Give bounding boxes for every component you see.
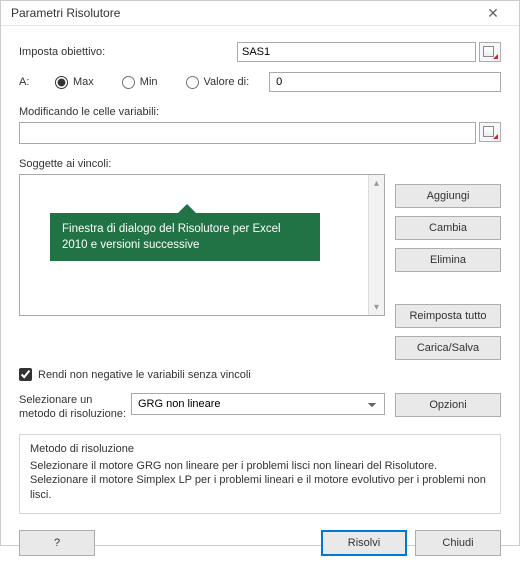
nonnegative-checkbox-row[interactable]: Rendi non negative le variabili senza vi… [19, 368, 501, 381]
add-button[interactable]: Aggiungi [395, 184, 501, 208]
close-icon[interactable]: ✕ [473, 1, 513, 25]
variables-input[interactable] [19, 122, 476, 144]
constraints-label: Soggette ai vincoli: [19, 158, 385, 170]
objective-input[interactable] [237, 42, 476, 62]
variables-row [19, 122, 501, 144]
radio-min-input[interactable] [122, 76, 135, 89]
to-label: A: [19, 76, 55, 88]
footer: ? Risolvi Chiudi [19, 530, 501, 556]
solve-button[interactable]: Risolvi [321, 530, 407, 556]
value-of-input[interactable] [269, 72, 501, 92]
radio-value-of[interactable]: Valore di: [186, 76, 250, 89]
spacer [395, 280, 501, 296]
objective-range-picker-button[interactable] [479, 42, 501, 62]
method-group-body: Selezionare il motore GRG non lineare pe… [30, 459, 490, 504]
radio-max[interactable]: Max [55, 76, 94, 89]
objective-row: Imposta obiettivo: [19, 42, 501, 62]
radio-max-label: Max [73, 76, 94, 88]
callout-tooltip: Finestra di dialogo del Risolutore per E… [50, 213, 320, 261]
help-button[interactable]: ? [19, 530, 95, 556]
callout-text: Finestra di dialogo del Risolutore per E… [62, 223, 281, 251]
radio-value-of-input[interactable] [186, 76, 199, 89]
method-select[interactable]: GRG non lineare [131, 393, 385, 415]
scrollbar[interactable]: ▴ ▾ [368, 175, 384, 315]
method-groupbox: Metodo di risoluzione Selezionare il mot… [19, 434, 501, 515]
scroll-up-icon[interactable]: ▴ [374, 175, 379, 191]
method-label: Selezionare un metodo di risoluzione: [19, 393, 131, 422]
dialog-body: Imposta obiettivo: A: Max Min Valore di:… [1, 26, 519, 570]
radio-min[interactable]: Min [122, 76, 158, 89]
range-picker-icon [483, 126, 497, 138]
to-row: A: Max Min Valore di: [19, 72, 501, 92]
radio-value-of-label: Valore di: [204, 76, 250, 88]
range-picker-icon [483, 46, 497, 58]
variables-label: Modificando le celle variabili: [19, 106, 501, 118]
spacer [95, 530, 313, 556]
variables-range-picker-button[interactable] [479, 122, 501, 142]
reset-all-button[interactable]: Reimposta tutto [395, 304, 501, 328]
load-save-button[interactable]: Carica/Salva [395, 336, 501, 360]
titlebar: Parametri Risolutore ✕ [1, 1, 519, 26]
delete-button[interactable]: Elimina [395, 248, 501, 272]
method-row: Selezionare un metodo di risoluzione: GR… [19, 393, 501, 422]
scroll-down-icon[interactable]: ▾ [374, 299, 379, 315]
solver-parameters-dialog: Parametri Risolutore ✕ Imposta obiettivo… [0, 0, 520, 546]
close-button[interactable]: Chiudi [415, 530, 501, 556]
constraints-left: Soggette ai vincoli: ▴ ▾ Finestra di dia… [19, 158, 385, 360]
constraints-listbox[interactable]: ▴ ▾ Finestra di dialogo del Risolutore p… [19, 174, 385, 316]
change-button[interactable]: Cambia [395, 216, 501, 240]
spacer [395, 158, 501, 176]
constraints-buttons: Aggiungi Cambia Elimina Reimposta tutto … [395, 158, 501, 360]
constraints-section: Soggette ai vincoli: ▴ ▾ Finestra di dia… [19, 158, 501, 360]
options-button[interactable]: Opzioni [395, 393, 501, 417]
objective-label: Imposta obiettivo: [19, 46, 237, 58]
dialog-title: Parametri Risolutore [11, 6, 120, 20]
radio-min-label: Min [140, 76, 158, 88]
nonnegative-checkbox[interactable] [19, 368, 32, 381]
radio-max-input[interactable] [55, 76, 68, 89]
method-group-title: Metodo di risoluzione [30, 443, 490, 455]
nonnegative-label: Rendi non negative le variabili senza vi… [38, 369, 251, 381]
